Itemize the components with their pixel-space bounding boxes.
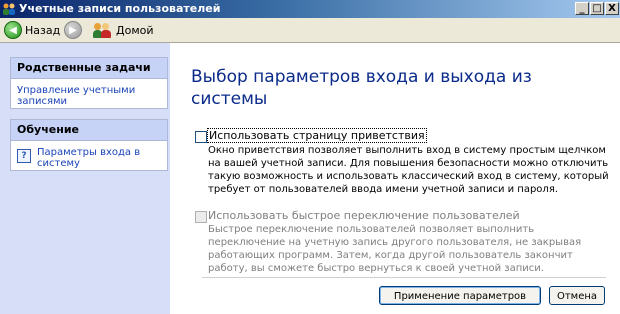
forward-arrow-icon: ▶ — [64, 21, 82, 39]
back-button[interactable]: ◀ Назад — [4, 21, 60, 39]
task-pane: Родственные задачи Управление учетными з… — [0, 43, 170, 314]
minimize-button[interactable]: _ — [575, 2, 589, 15]
home-button[interactable]: Домой — [93, 21, 154, 39]
related-tasks-title: Родственные задачи — [11, 58, 167, 79]
home-label: Домой — [116, 23, 154, 37]
learn-box: Обучение ? Параметры входа в систему — [10, 119, 168, 171]
welcome-screen-checkbox[interactable] — [195, 131, 207, 143]
welcome-screen-label[interactable]: Использовать страницу приветствия — [207, 128, 427, 143]
back-label: Назад — [25, 23, 61, 37]
page-title: Выбор параметров входа и выхода из систе… — [191, 67, 532, 109]
maximize-button[interactable]: □ — [590, 2, 604, 15]
forward-button[interactable]: ▶ — [64, 21, 82, 39]
fast-user-switching-label[interactable]: Использовать быстрое переключение пользо… — [208, 209, 520, 222]
fast-user-switching-description: Быстрое переключение пользователей позво… — [208, 224, 582, 274]
welcome-screen-description: Окно приветствия позволяет выполнить вхо… — [208, 145, 609, 195]
toolbar: ◀ Назад ▶ Домой — [0, 18, 620, 43]
divider — [202, 277, 606, 278]
close-button[interactable]: X — [605, 2, 619, 15]
learn-title: Обучение — [11, 120, 167, 141]
fast-user-switching-checkbox[interactable] — [195, 211, 207, 223]
logon-options-help-item[interactable]: ? Параметры входа в систему — [11, 141, 167, 175]
back-arrow-icon: ◀ — [4, 21, 22, 39]
title-bar: Учетные записи пользователей _ □ X — [0, 0, 620, 18]
manage-accounts-link[interactable]: Управление учетными записями — [11, 79, 167, 113]
help-topic-icon: ? — [17, 149, 31, 163]
users-app-icon — [2, 2, 16, 16]
logon-options-link[interactable]: Параметры входа в систему — [37, 147, 161, 169]
users-home-icon — [93, 22, 113, 38]
related-tasks-box: Родственные задачи Управление учетными з… — [10, 57, 168, 109]
window-title: Учетные записи пользователей — [19, 2, 221, 15]
cancel-button[interactable]: Отмена — [549, 286, 605, 305]
apply-settings-button[interactable]: Применение параметров — [379, 286, 541, 305]
